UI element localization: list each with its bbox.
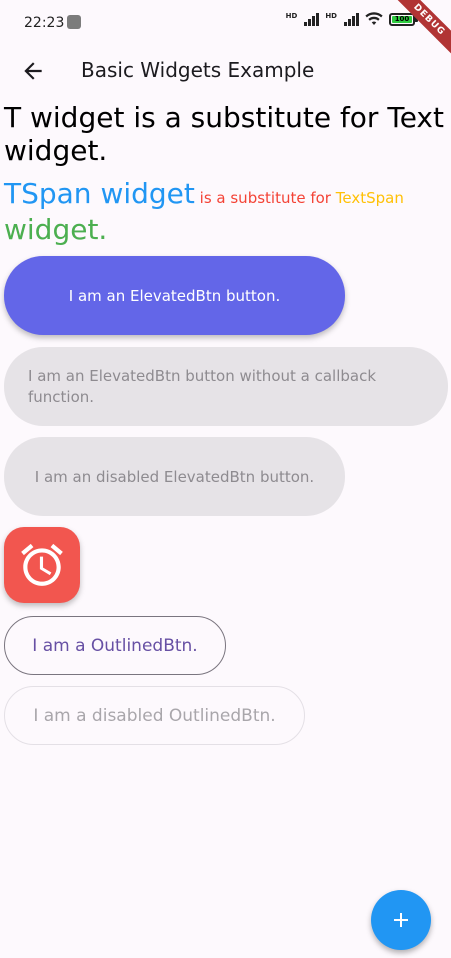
tspan-part-green: widget. (4, 213, 108, 246)
tspan-part-blue: TSpan widget (4, 177, 195, 210)
status-bar: 22:23 HD HD 100 DEBUG (0, 0, 451, 60)
tspan-part-yellow: TextSpan (335, 189, 404, 207)
tspan-part-red: is a substitute for (194, 189, 336, 207)
hd-label: HD (285, 12, 298, 20)
add-icon (394, 913, 408, 927)
elevated-button[interactable]: I am an ElevatedBtn button. (4, 256, 345, 335)
t-widget-text: T widget is a substitute for Text widget… (4, 101, 444, 167)
app-bar: Basic Widgets Example (0, 46, 451, 96)
alarm-button[interactable] (4, 527, 80, 603)
alarm-icon (21, 543, 63, 586)
page-title: Basic Widgets Example (81, 58, 315, 82)
signal-icon (304, 12, 320, 26)
hd-label: HD (325, 12, 337, 20)
elevated-button-disabled: I am an disabled ElevatedBtn button. (4, 437, 345, 516)
elevated-button-no-callback: I am an ElevatedBtn button without a cal… (4, 347, 448, 426)
tspan-rich-text: TSpan widget is a substitute for TextSpa… (4, 178, 444, 250)
add-fab-button[interactable] (371, 890, 431, 950)
outlined-button[interactable]: I am a OutlinedBtn. (4, 616, 226, 675)
signal-icon (344, 12, 359, 26)
outlined-button-disabled: I am a disabled OutlinedBtn. (4, 686, 305, 745)
status-time: 22:23 (24, 15, 65, 31)
notification-app-icon (67, 15, 81, 29)
wifi-icon (365, 12, 383, 25)
arrow-back-icon[interactable] (20, 58, 46, 84)
